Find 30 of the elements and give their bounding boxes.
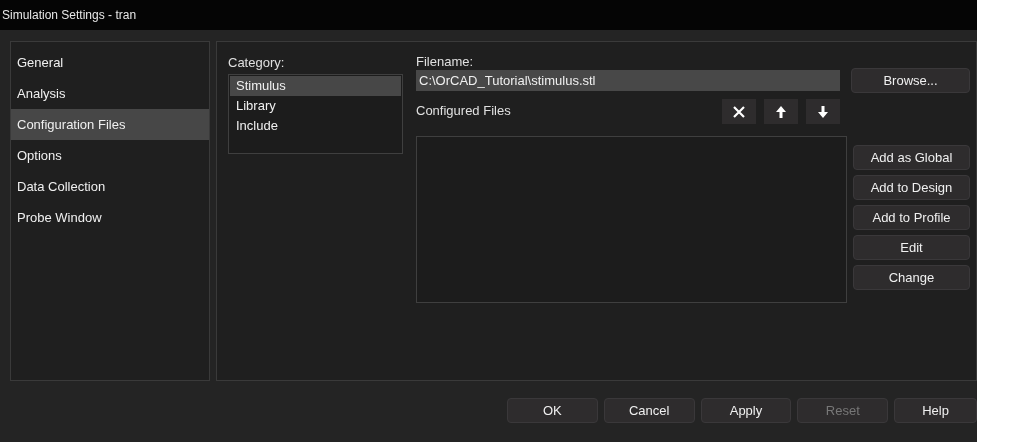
sidebar-item[interactable]: Options [11,140,209,171]
category-item[interactable]: Include [230,116,401,136]
category-label: Category: [228,53,286,72]
dialog-button[interactable]: Help [894,398,977,423]
dialog-button[interactable]: OK [507,398,598,423]
action-button[interactable]: Edit [853,235,970,260]
move-up-button[interactable] [764,99,798,124]
category-item[interactable]: Stimulus [230,76,401,96]
delete-button[interactable] [722,99,756,124]
action-button[interactable]: Add as Global [853,145,970,170]
dialog-button[interactable]: Cancel [603,398,695,423]
configured-files-label: Configured Files [416,102,512,120]
arrow-up-icon [775,104,787,119]
sidebar-item[interactable]: Analysis [11,78,209,109]
sidebar-item[interactable]: Data Collection [11,171,209,202]
action-button[interactable]: Add to Profile [853,205,970,230]
sidebar-item[interactable]: Configuration Files [11,109,209,140]
arrow-down-icon [817,104,829,119]
action-button[interactable]: Add to Design [853,175,970,200]
filename-field[interactable]: C:\OrCAD_Tutorial\stimulus.stl [416,70,840,91]
filename-label: Filename: [416,53,475,70]
browse-button[interactable]: Browse... [851,68,970,93]
dialog-button[interactable]: Apply [700,398,792,423]
sidebar-item[interactable]: General [11,47,209,78]
window-title: Simulation Settings - tran [2,7,137,24]
category-item[interactable]: Library [230,96,401,116]
move-down-button[interactable] [806,99,840,124]
action-button[interactable]: Change [853,265,970,290]
sidebar-item[interactable]: Probe Window [11,202,209,233]
close-icon [732,104,746,119]
